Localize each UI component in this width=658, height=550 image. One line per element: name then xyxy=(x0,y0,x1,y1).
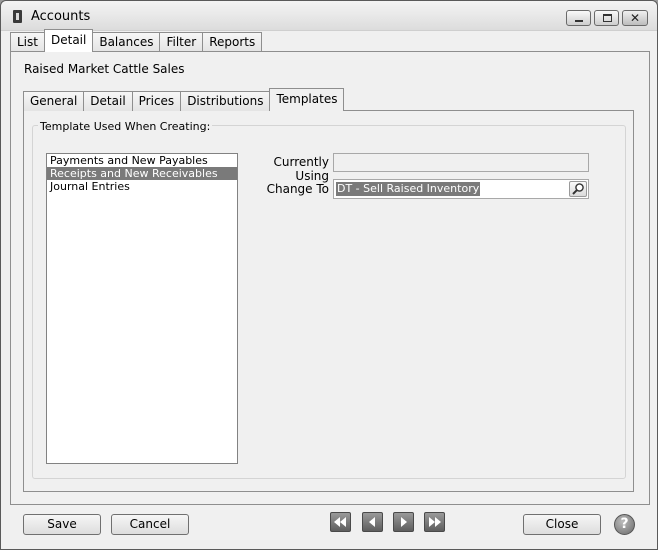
currently-using-field xyxy=(333,153,589,172)
close-button[interactable]: Close xyxy=(523,514,601,535)
title-bar: Accounts ✕ xyxy=(1,1,657,31)
tab-templates[interactable]: Templates xyxy=(269,88,345,111)
maximize-button[interactable] xyxy=(594,10,619,26)
next-record-icon xyxy=(401,517,407,527)
list-item-payments[interactable]: Payments and New Payables xyxy=(47,154,237,167)
maximize-icon xyxy=(603,14,612,22)
template-group-label: Template Used When Creating: xyxy=(38,120,213,133)
accounts-window: Accounts ✕ List Detail Balances Filter R… xyxy=(0,0,658,550)
sub-tab-strip: General Detail Prices Distributions Temp… xyxy=(23,88,345,111)
next-record-button[interactable] xyxy=(393,512,414,532)
first-record-button[interactable] xyxy=(330,512,351,532)
change-to-label: Change To xyxy=(266,182,329,196)
minimize-icon xyxy=(575,20,583,22)
tab-filter[interactable]: Filter xyxy=(159,32,204,52)
tab-reports[interactable]: Reports xyxy=(202,32,263,52)
window-title: Accounts xyxy=(31,9,91,24)
ledger-icon xyxy=(13,10,22,23)
minimize-button[interactable] xyxy=(566,10,591,26)
currently-using-label: Currently Using xyxy=(273,155,329,183)
tab-general[interactable]: General xyxy=(23,91,85,111)
record-name: Raised Market Cattle Sales xyxy=(24,62,185,76)
tab-distributions[interactable]: Distributions xyxy=(180,91,271,111)
list-item-receipts[interactable]: Receipts and New Receivables xyxy=(47,167,237,180)
cancel-button[interactable]: Cancel xyxy=(111,514,189,535)
save-button[interactable]: Save xyxy=(23,514,101,535)
change-to-value: DT - Sell Raised Inventory xyxy=(336,182,481,196)
lookup-button[interactable] xyxy=(569,181,587,197)
close-window-button[interactable]: ✕ xyxy=(622,10,648,26)
tab-balances[interactable]: Balances xyxy=(92,32,161,52)
main-tab-strip: List Detail Balances Filter Reports xyxy=(10,29,263,52)
tab-sub-detail[interactable]: Detail xyxy=(83,91,133,111)
last-record-button[interactable] xyxy=(424,512,445,532)
previous-record-button[interactable] xyxy=(362,512,383,532)
previous-record-icon xyxy=(369,517,375,527)
last-record-icon xyxy=(429,517,441,527)
list-item-journal-entries[interactable]: Journal Entries xyxy=(47,180,237,193)
tab-prices[interactable]: Prices xyxy=(131,91,182,111)
change-to-input[interactable]: DT - Sell Raised Inventory xyxy=(333,179,589,199)
tab-detail[interactable]: Detail xyxy=(43,29,94,52)
close-icon: ✕ xyxy=(629,11,641,25)
template-type-list[interactable]: Payments and New Payables Receipts and N… xyxy=(46,153,238,464)
magnifier-icon xyxy=(572,183,584,195)
tab-list[interactable]: List xyxy=(10,32,45,52)
window-controls: ✕ xyxy=(566,10,648,26)
first-record-icon xyxy=(334,517,346,527)
help-icon[interactable]: ? xyxy=(614,514,635,535)
